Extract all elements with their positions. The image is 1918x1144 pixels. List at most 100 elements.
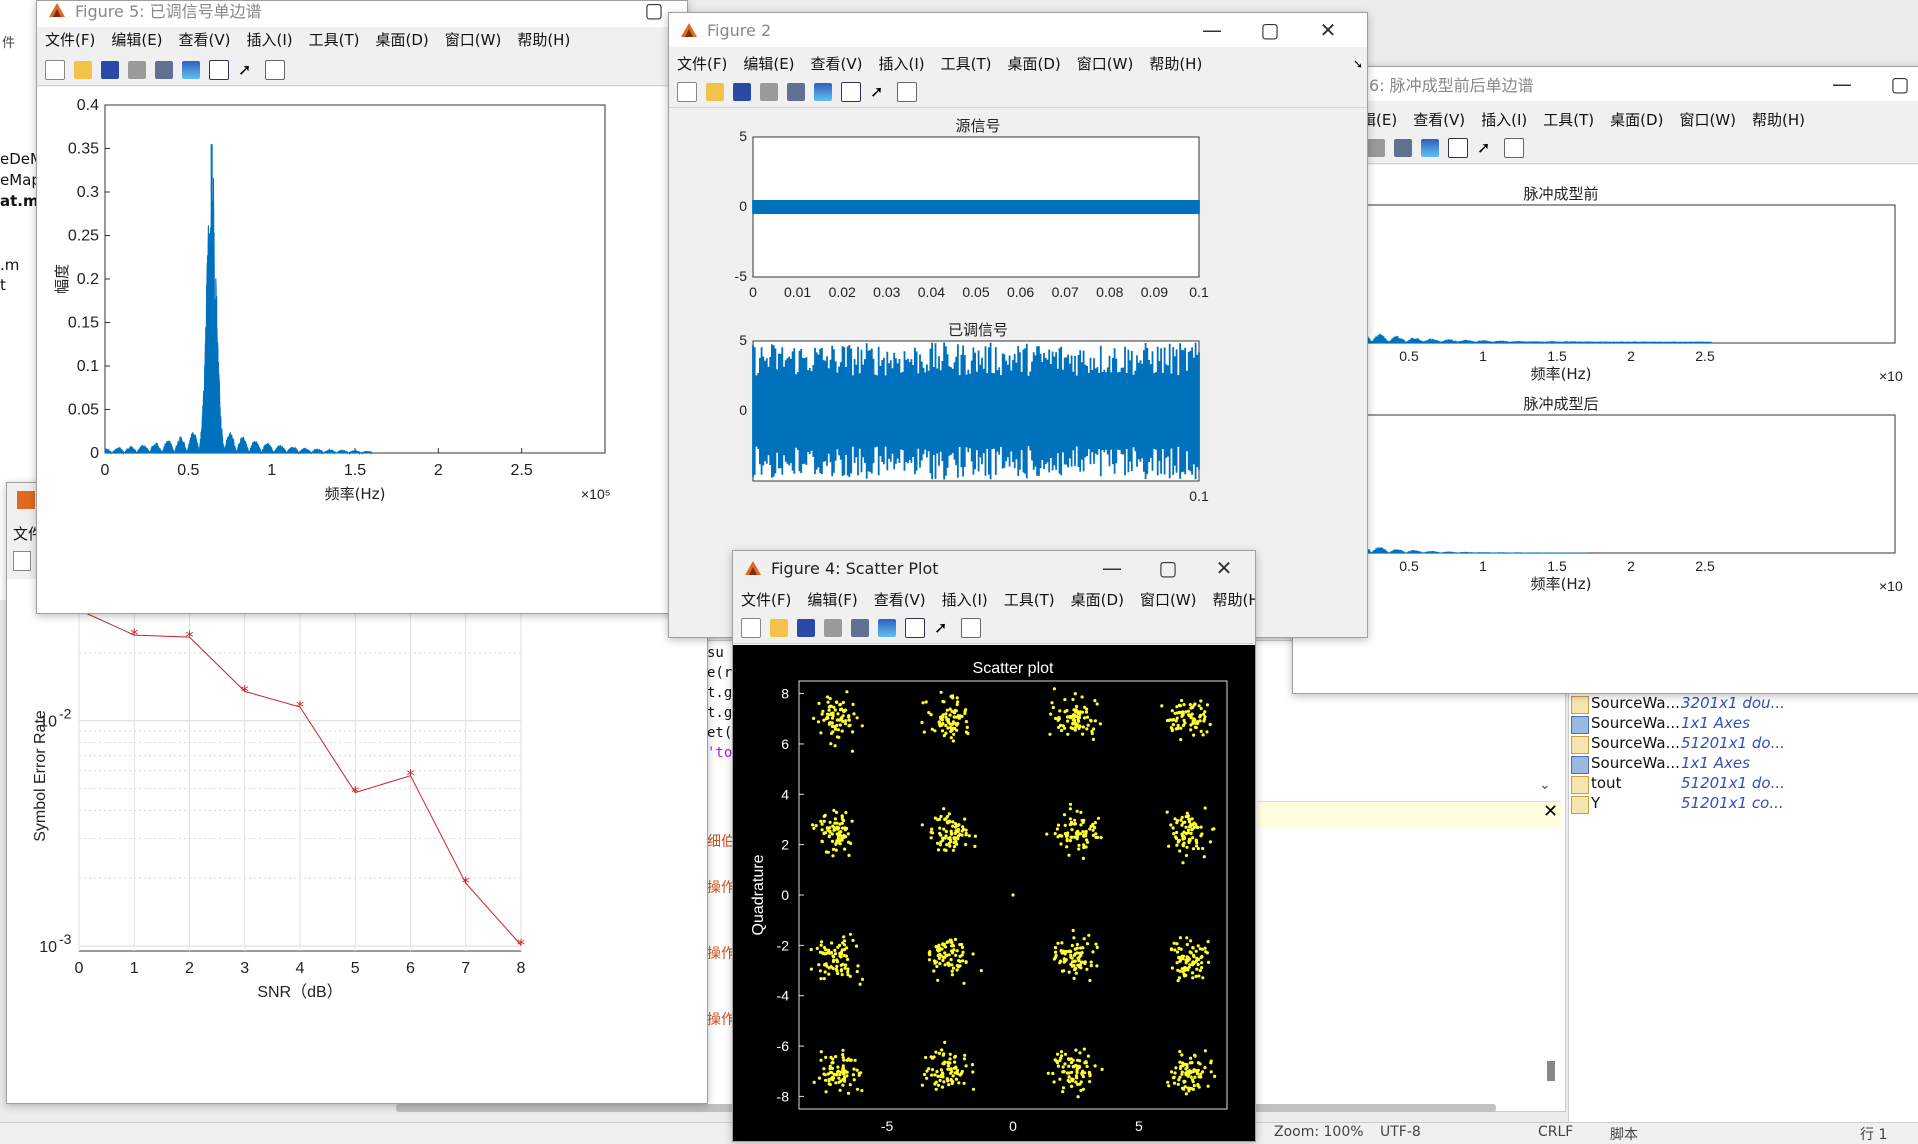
link-plot-icon[interactable] bbox=[787, 83, 805, 101]
pointer-icon[interactable]: ➚ bbox=[934, 619, 952, 637]
property-inspector-icon[interactable] bbox=[1504, 138, 1524, 158]
scatter-point bbox=[833, 948, 837, 952]
scatter-point bbox=[933, 1073, 937, 1077]
menu-window[interactable]: 窗口(W) bbox=[1140, 589, 1197, 610]
legend-icon[interactable] bbox=[1448, 138, 1468, 158]
left-label[interactable]: eMap bbox=[0, 171, 41, 189]
figure-window-6[interactable]: 6: 脉冲成型前后单边谱 — ▢ 辑(E) 查看(V) 插入(I) 工具(T) … bbox=[1292, 66, 1918, 694]
pointer-icon[interactable]: ➚ bbox=[238, 61, 256, 79]
workspace-row[interactable]: SourceWa... 1x1 Axes bbox=[1569, 714, 1918, 734]
menu-insert[interactable]: 插入(I) bbox=[247, 29, 293, 50]
open-folder-icon[interactable] bbox=[74, 61, 92, 79]
new-figure-icon[interactable] bbox=[13, 551, 31, 571]
scatter-point bbox=[1080, 710, 1085, 714]
new-figure-icon[interactable] bbox=[45, 60, 65, 80]
scatter-point bbox=[956, 721, 960, 726]
menu-edit[interactable]: 编辑(F) bbox=[807, 589, 857, 610]
print-icon[interactable] bbox=[824, 619, 842, 637]
legend-icon[interactable] bbox=[905, 618, 925, 638]
chevron-down-icon[interactable]: ⌄ bbox=[1539, 777, 1551, 793]
new-figure-icon[interactable] bbox=[741, 618, 761, 638]
close-icon[interactable]: ✕ bbox=[1543, 801, 1558, 822]
left-label[interactable]: t bbox=[0, 276, 6, 294]
menu-insert[interactable]: 插入(I) bbox=[879, 53, 925, 74]
close-button[interactable]: ✕ bbox=[1299, 13, 1357, 47]
figure-window-2[interactable]: Figure 2 — ▢ ✕ 文件(F) 编辑(E) 查看(V) 插入(I) 工… bbox=[668, 12, 1368, 638]
legend-icon[interactable] bbox=[841, 82, 861, 102]
save-icon[interactable] bbox=[797, 619, 815, 637]
menu-tools[interactable]: 工具(T) bbox=[1004, 589, 1055, 610]
menu-desktop[interactable]: 桌面(D) bbox=[1008, 53, 1061, 74]
property-inspector-icon[interactable] bbox=[265, 60, 285, 80]
menu-file[interactable]: 文件(F) bbox=[741, 589, 791, 610]
maximize-button[interactable]: ▢ bbox=[1871, 67, 1918, 101]
menu-help[interactable]: 帮助(H) bbox=[517, 29, 570, 50]
menu-tools[interactable]: 工具(T) bbox=[941, 53, 992, 74]
print-icon[interactable] bbox=[1367, 139, 1385, 157]
menu-desktop[interactable]: 桌面(D) bbox=[376, 29, 429, 50]
save-icon[interactable] bbox=[733, 83, 751, 101]
print-icon[interactable] bbox=[128, 61, 146, 79]
open-folder-icon[interactable] bbox=[770, 619, 788, 637]
scatter-point bbox=[1185, 942, 1189, 947]
menu-help[interactable]: 帮助(H) bbox=[1212, 589, 1255, 610]
menu-view[interactable]: 查看(V) bbox=[811, 53, 863, 74]
pointer-icon[interactable]: ➚ bbox=[870, 83, 888, 101]
link-plot-icon[interactable] bbox=[851, 619, 869, 637]
left-label[interactable]: .m bbox=[0, 256, 19, 274]
menu-help[interactable]: 帮助(H) bbox=[1752, 109, 1805, 130]
menu-desktop[interactable]: 桌面(D) bbox=[1610, 109, 1663, 130]
open-folder-icon[interactable] bbox=[706, 83, 724, 101]
left-label[interactable]: at.m bbox=[0, 192, 39, 210]
workspace-row[interactable]: tout 51201x1 do... bbox=[1569, 774, 1918, 794]
pointer-icon[interactable]: ➚ bbox=[1477, 139, 1495, 157]
menu-window[interactable]: 窗口(W) bbox=[1679, 109, 1736, 130]
workspace-row[interactable]: Y 51201x1 co... bbox=[1569, 794, 1918, 814]
menu-help[interactable]: 帮助(H) bbox=[1149, 53, 1202, 74]
scatter-point bbox=[951, 820, 955, 824]
workspace-row[interactable]: SourceWa... 51201x1 do... bbox=[1569, 734, 1918, 754]
workspace-row[interactable]: SourceWa... 1x1 Axes bbox=[1569, 754, 1918, 774]
menu-view[interactable]: 查看(V) bbox=[874, 589, 926, 610]
scatter-point bbox=[1059, 1056, 1063, 1060]
save-icon[interactable] bbox=[101, 61, 119, 79]
legend-icon[interactable] bbox=[209, 60, 229, 80]
print-icon[interactable] bbox=[760, 83, 778, 101]
menu-window[interactable]: 窗口(W) bbox=[445, 29, 502, 50]
menu-desktop[interactable]: 桌面(D) bbox=[1071, 589, 1124, 610]
link-plot-icon[interactable] bbox=[1394, 139, 1412, 157]
property-inspector-icon[interactable] bbox=[961, 618, 981, 638]
menu-edit[interactable]: 编辑(E) bbox=[111, 29, 162, 50]
menu-file[interactable]: 文件(F) bbox=[45, 29, 95, 50]
menu-view[interactable]: 查看(V) bbox=[1413, 109, 1465, 130]
menu-tools[interactable]: 工具(T) bbox=[309, 29, 360, 50]
menu-tools[interactable]: 工具(T) bbox=[1543, 109, 1594, 130]
titlebar[interactable]: Figure 5: 已调信号单边谱 bbox=[37, 1, 687, 27]
close-button[interactable]: ✕ bbox=[1195, 551, 1253, 585]
menu-edit[interactable]: 编辑(E) bbox=[743, 53, 794, 74]
workspace-row[interactable]: SourceWa... 3201x1 dou... bbox=[1569, 694, 1918, 714]
maximize-button[interactable]: ▢ bbox=[1241, 13, 1299, 47]
minimize-button[interactable]: — bbox=[1183, 13, 1241, 47]
scatter-point bbox=[1052, 1080, 1056, 1084]
colorbar-icon[interactable] bbox=[182, 61, 200, 79]
vertical-scrollbar[interactable] bbox=[1547, 1061, 1555, 1081]
menu-window[interactable]: 窗口(W) bbox=[1077, 53, 1134, 74]
minimize-button[interactable]: — bbox=[1813, 67, 1871, 101]
menu-view[interactable]: 查看(V) bbox=[179, 29, 231, 50]
maximize-button[interactable]: ▢ bbox=[1139, 551, 1197, 585]
toolbar-overflow-icon[interactable]: ➘ bbox=[1353, 57, 1363, 71]
menu-insert[interactable]: 插入(I) bbox=[1481, 109, 1527, 130]
scatter-point bbox=[1172, 1081, 1177, 1085]
colorbar-icon[interactable] bbox=[1421, 139, 1439, 157]
menu-insert[interactable]: 插入(I) bbox=[942, 589, 988, 610]
link-plot-icon[interactable] bbox=[155, 61, 173, 79]
colorbar-icon[interactable] bbox=[878, 619, 896, 637]
property-inspector-icon[interactable] bbox=[897, 82, 917, 102]
figure-window-5[interactable]: Figure 5: 已调信号单边谱 ▢ 文件(F) 编辑(E) 查看(V) 插入… bbox=[36, 0, 688, 614]
new-figure-icon[interactable] bbox=[677, 82, 697, 102]
minimize-button[interactable]: — bbox=[1083, 551, 1141, 585]
menu-file[interactable]: 文件(F) bbox=[677, 53, 727, 74]
figure-window-4[interactable]: Figure 4: Scatter Plot — ▢ ✕ 文件(F) 编辑(F)… bbox=[732, 550, 1256, 1142]
colorbar-icon[interactable] bbox=[814, 83, 832, 101]
